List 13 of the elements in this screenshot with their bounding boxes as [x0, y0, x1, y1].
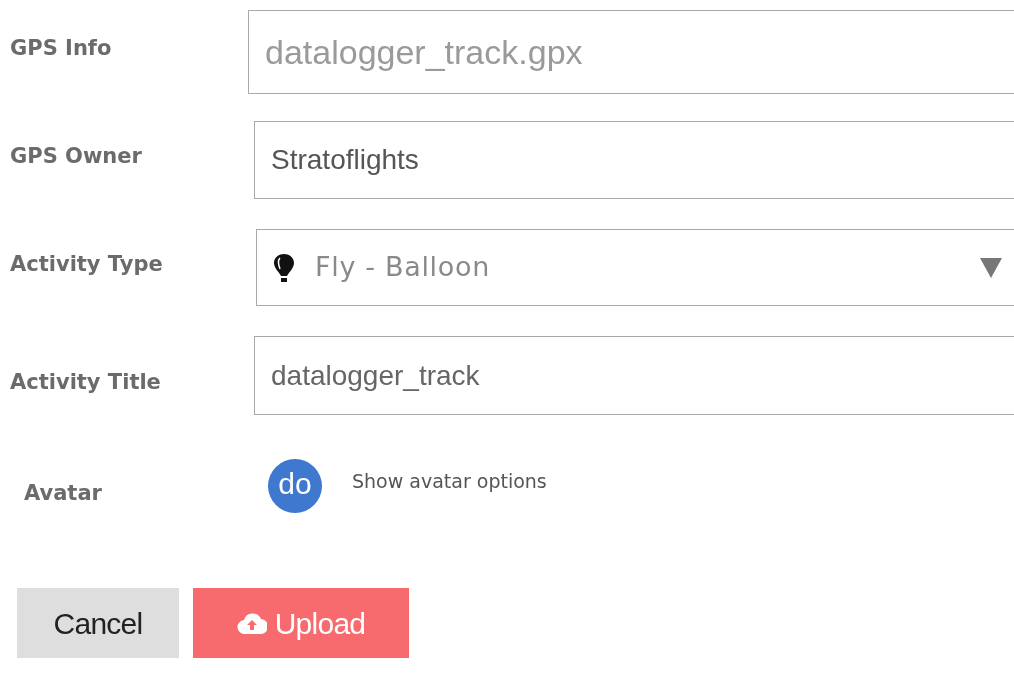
text-field[interactable]: datalogger_track	[254, 336, 1014, 415]
field-label: Avatar	[24, 480, 103, 508]
text-field[interactable]: Stratoflights	[254, 121, 1014, 199]
field-label: GPS Owner	[10, 146, 142, 167]
activity-select[interactable]: Fly - Balloon	[256, 229, 1014, 306]
avatar-options-link[interactable]: Show avatar options	[352, 466, 547, 496]
upload-button[interactable]: Upload	[193, 588, 409, 658]
field-label: GPS Info	[10, 38, 112, 59]
field-label: Activity Title	[10, 372, 161, 393]
field-label: Activity Type	[10, 254, 163, 275]
avatar: do	[268, 459, 322, 513]
cancel-button[interactable]: Cancel	[17, 588, 179, 658]
select-value: Fly - Balloon	[315, 250, 490, 285]
